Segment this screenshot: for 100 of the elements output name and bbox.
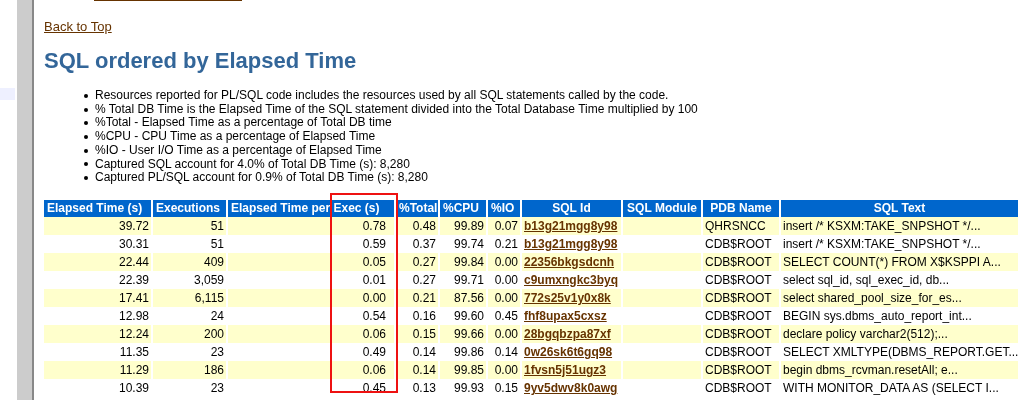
table-cell-text: 24	[209, 307, 225, 325]
section-title: SQL ordered by Elapsed Time	[44, 47, 358, 75]
table-cell-text: CDB$ROOT	[704, 343, 773, 361]
table-cell-text: QHRSNCC	[704, 217, 767, 235]
table-cell-text: 22.39	[117, 271, 150, 289]
table-cell-text: 0.27	[411, 253, 437, 271]
sql-id-link[interactable]: 772s25v1y0x8k	[524, 290, 611, 305]
sql-id-link[interactable]: 22356bkgsdcnh	[524, 254, 615, 269]
table-cell-text: CDB$ROOT	[704, 253, 773, 271]
table-cell-text: 0.15	[411, 325, 437, 343]
table-cell-text: 0.00	[493, 361, 519, 379]
table-cell-text: 99.89	[452, 217, 485, 235]
table-cell-text: WITH MONITOR_DATA AS (SELECT I...	[782, 379, 1000, 397]
table-cell-text: 0.14	[411, 361, 437, 379]
sql-id-link[interactable]: 9yv5dwv8k0awg	[524, 380, 618, 395]
table-cell-text: 0.21	[493, 235, 519, 253]
table-cell-text: 0.00	[361, 289, 387, 307]
table-cell-text: 30.31	[117, 235, 150, 253]
table-cell-text: 12.98	[117, 307, 150, 325]
table-cell-text: SELECT XMLTYPE(DBMS_REPORT.GET...	[782, 343, 1018, 361]
table-cell-text: 23	[209, 343, 225, 361]
table-cell-text: 0.14	[493, 343, 519, 361]
table-cell-text: CDB$ROOT	[704, 307, 773, 325]
table-cell-text: SELECT COUNT(*) FROM X$KSPPI A...	[782, 253, 1002, 271]
table-cell-text: 3,059	[192, 271, 225, 289]
table-cell-text: 99.93	[452, 379, 485, 397]
table-cell-text: 0.00	[493, 253, 519, 271]
table-cell-text: 0.13	[411, 379, 437, 397]
table-cell-text: select sql_id, sql_exec_id, db...	[782, 271, 951, 289]
sql-id-link[interactable]: b13g21mgg8y98	[524, 218, 618, 233]
table-cell-text: CDB$ROOT	[704, 289, 773, 307]
bullet-icon	[84, 162, 88, 167]
column-header: Elapsed Time per Exec (s)	[228, 199, 394, 217]
bullet-icon	[84, 148, 88, 153]
table-cell-text: 0.21	[411, 289, 437, 307]
column-header: PDB Name	[703, 199, 779, 217]
sql-id-link[interactable]: c9umxngkc3byq	[524, 272, 619, 287]
table-cell-text: 12.24	[117, 325, 150, 343]
table-cell-text: 99.60	[452, 307, 485, 325]
note-text: Captured PL/SQL account for 0.9% of Total DB Time (s): 8,280	[95, 171, 428, 185]
table-cell-text: CDB$ROOT	[704, 379, 773, 397]
table-cell-text: declare policy varchar2(512);...	[782, 325, 949, 343]
table-cell-text: 409	[202, 253, 225, 271]
table-cell-text: select shared_pool_size_for_es...	[782, 289, 963, 307]
table-cell-text: 186	[202, 361, 225, 379]
table-cell-text: CDB$ROOT	[704, 271, 773, 289]
table-cell-text: CDB$ROOT	[704, 235, 773, 253]
sql-id-link[interactable]: 0w26sk6t6gq98	[524, 344, 613, 359]
table-cell-text: 0.07	[493, 217, 519, 235]
bullet-icon	[84, 121, 88, 126]
table-cell-text: 0.78	[361, 217, 387, 235]
bullet-icon	[84, 134, 88, 139]
bullet-icon	[84, 107, 88, 112]
table-cell-text: 0.14	[411, 343, 437, 361]
note-text: %CPU - CPU Time as a percentage of Elapsed Time	[95, 130, 376, 144]
table-cell-text: 99.71	[452, 271, 485, 289]
table-cell-text: 11.29	[118, 361, 150, 379]
table-cell-text: 22.44	[117, 253, 150, 271]
table-cell-text: 0.45	[493, 307, 519, 325]
table-cell-text: 0.00	[493, 325, 519, 343]
table-cell-text: 0.00	[493, 289, 519, 307]
table-cell-text: 0.27	[411, 271, 437, 289]
note-text: % Total DB Time is the Elapsed Time of the SQL statement divided into the Total Database Time multiplied by 100	[95, 102, 698, 117]
table-cell-text: 99.66	[452, 325, 485, 343]
table-cell-text: 0.15	[493, 379, 519, 397]
table-cell-text: CDB$ROOT	[704, 325, 773, 343]
table-cell-text: 0.00	[493, 271, 519, 289]
table-cell-text: 10.39	[117, 379, 150, 397]
column-header: Executions	[153, 199, 226, 217]
column-header: %Total	[396, 199, 438, 217]
note-text: %Total - Elapsed Time as a percentage of Total DB time	[95, 116, 392, 131]
sql-id-link[interactable]: b13g21mgg8y98	[524, 236, 618, 251]
table-cell-text: 0.59	[361, 235, 387, 253]
table-cell-text: 51	[209, 217, 225, 235]
back-to-top-link[interactable]: Back to Top	[44, 19, 112, 34]
table-cell-text: insert /* KSXM:TAKE_SNPSHOT */...	[782, 235, 982, 253]
table-cell-text: 0.01	[361, 271, 387, 289]
note-text: Resources reported for PL/SQL code includes the resources used by all SQL statements called by the code.	[95, 89, 669, 103]
table-cell-text: 0.06	[361, 325, 387, 343]
table-cell-text: 0.37	[411, 235, 437, 253]
table-cell-text: 17.41	[117, 289, 150, 307]
table-cell-text: 0.48	[411, 217, 437, 235]
column-header: Elapsed Time (s)	[44, 199, 151, 217]
table-cell-text: BEGIN sys.dbms_auto_report_int...	[782, 307, 973, 325]
note-text: %IO - User I/O Time as a percentage of Elapsed Time	[95, 143, 382, 158]
table-cell-text: begin dbms_rcvman.resetAll; e...	[782, 361, 959, 379]
table-cell-text: 51	[209, 235, 225, 253]
sql-id-link[interactable]: fhf8upax5cxsz	[524, 308, 607, 323]
column-header: %IO	[488, 199, 520, 217]
sql-id-link[interactable]: 28bgqbzpa87xf	[524, 326, 611, 341]
table-cell-text: 23	[209, 379, 225, 397]
table-cell-text: 200	[202, 325, 225, 343]
note-text: Captured SQL account for 4.0% of Total DB Time (s): 8,280	[95, 157, 410, 172]
table-cell-text: 99.85	[452, 361, 485, 379]
table-cell-text: 0.49	[361, 343, 387, 361]
column-header: %CPU	[440, 199, 486, 217]
table-cell-text: 39.72	[117, 217, 150, 235]
table-cell-text: 11.35	[118, 343, 150, 361]
sql-id-link[interactable]: 1fvsn5j51ugz3	[524, 362, 607, 377]
column-header: SQL Module	[623, 199, 701, 217]
